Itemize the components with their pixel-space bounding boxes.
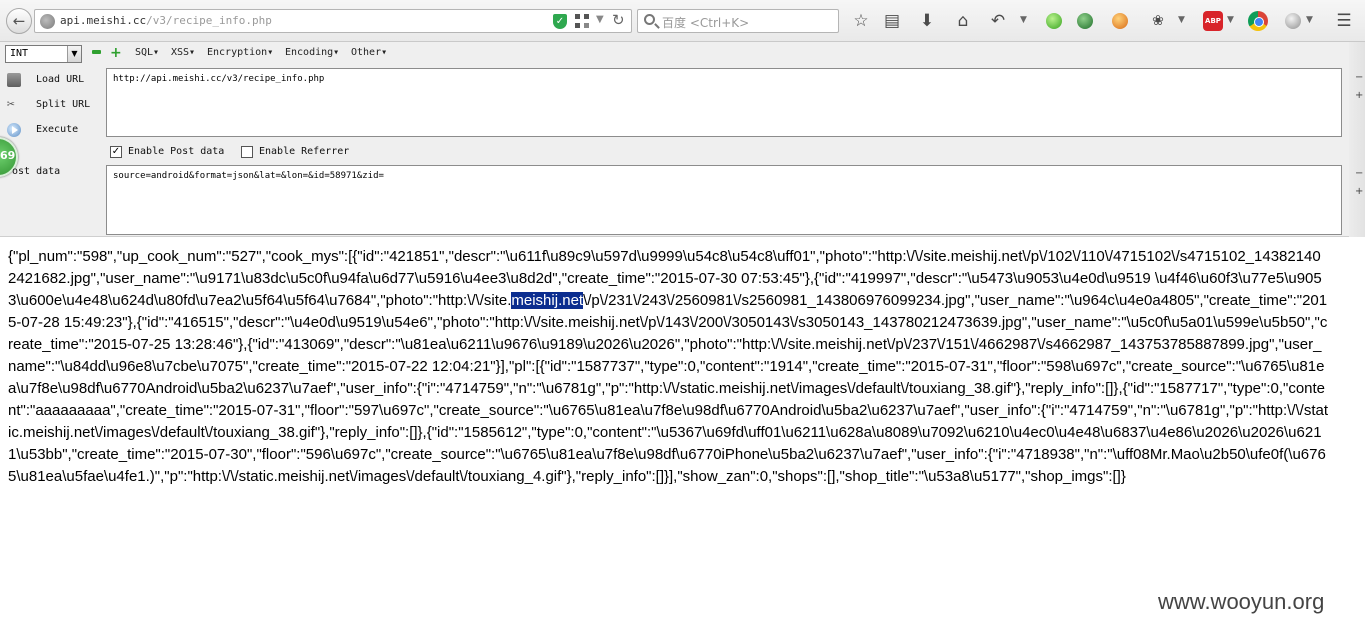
url-path: /v3/recipe_info.php	[146, 14, 272, 27]
url-text[interactable]: api.meishi.cc/v3/recipe_info.php	[60, 14, 272, 27]
extension-icon[interactable]	[1077, 13, 1093, 29]
url-host: api.meishi.cc	[60, 14, 147, 27]
chrome-icon[interactable]	[1248, 11, 1268, 31]
shield-icon[interactable]: ✓	[553, 14, 567, 29]
enable-post-checkbox[interactable]: ✓	[110, 146, 122, 158]
collapse-post-icon[interactable]: −	[1355, 168, 1363, 179]
adblock-plus-icon[interactable]: ABP	[1203, 11, 1223, 31]
load-url-label: Load URL	[36, 74, 85, 85]
undo-dropdown-icon[interactable]: ▼	[1020, 15, 1027, 25]
play-icon	[7, 123, 21, 137]
qr-code-icon[interactable]	[575, 14, 589, 28]
enable-referrer-label: Enable Referrer	[259, 146, 350, 157]
plus-icon[interactable]: +	[110, 46, 122, 60]
back-arrow-icon[interactable]: ←	[6, 8, 32, 34]
bug-dropdown-icon[interactable]: ▼	[1178, 15, 1185, 25]
search-bar[interactable]: 百度 <Ctrl+K>	[637, 9, 839, 33]
load-url-button[interactable]: Load URL	[5, 71, 95, 91]
hackbar-panel: INT ▼ + SQL▾ XSS▾ Encryption▾ Encoding▾ …	[0, 42, 1365, 237]
globe-icon	[40, 14, 55, 29]
proxy-dropdown-icon[interactable]: ▼	[1306, 15, 1313, 25]
url-bar[interactable]: api.meishi.cc/v3/recipe_info.php ✓ ▼ ↻	[34, 9, 632, 33]
badge-count: 69	[0, 149, 16, 162]
menu-encoding[interactable]: Encoding▾	[285, 47, 339, 58]
bug-icon[interactable]: ❀	[1147, 10, 1169, 32]
download-icon[interactable]: ⬇	[916, 10, 938, 32]
star-icon[interactable]: ☆	[850, 10, 872, 32]
execute-button[interactable]: Execute	[5, 121, 95, 141]
chevron-down-icon[interactable]: ▼	[67, 46, 81, 62]
response-json-text: {"pl_num":"598","up_cook_num":"527","coo…	[8, 246, 1328, 488]
home-icon[interactable]: ⌂	[952, 10, 974, 32]
undo-icon[interactable]: ↶	[987, 10, 1009, 32]
menu-other[interactable]: Other▾	[351, 47, 387, 58]
expand-url-icon[interactable]: +	[1355, 90, 1363, 101]
post-data-label: ost data	[12, 166, 61, 177]
search-placeholder: 百度 <Ctrl+K>	[662, 16, 750, 30]
load-url-icon	[7, 73, 21, 87]
minus-icon[interactable]	[92, 50, 101, 54]
enable-post-label: Enable Post data	[128, 146, 225, 157]
adblock-dropdown-icon[interactable]: ▼	[1227, 15, 1234, 25]
navigation-toolbar: ← api.meishi.cc/v3/recipe_info.php ✓ ▼ ↻…	[0, 0, 1365, 42]
split-url-label: Split URL	[36, 99, 91, 110]
proxy-icon[interactable]	[1285, 13, 1301, 29]
search-icon	[644, 14, 655, 25]
selected-text-highlight: meishij.net	[511, 292, 584, 309]
hamburger-menu-icon[interactable]: ☰	[1333, 10, 1355, 32]
post-data-textarea[interactable]: source=android&format=json&lat=&lon=&id=…	[106, 165, 1342, 235]
execute-label: Execute	[36, 124, 79, 135]
menu-sql[interactable]: SQL▾	[135, 47, 159, 58]
green-extension-icon[interactable]	[1046, 13, 1062, 29]
menu-encryption[interactable]: Encryption▾	[207, 47, 273, 58]
enable-referrer-checkbox[interactable]	[241, 146, 253, 158]
type-select[interactable]: INT ▼	[5, 45, 82, 63]
reading-list-icon[interactable]: ▤	[881, 10, 903, 32]
expand-post-icon[interactable]: +	[1355, 186, 1363, 197]
scissors-icon: ✂	[7, 97, 15, 112]
watermark: www.wooyun.org	[1158, 589, 1325, 614]
response-text-part: \/p\/231\/243\/2560981\/s2560981_1438069…	[8, 292, 1329, 485]
dropdown-arrow-icon[interactable]: ▼	[596, 14, 604, 25]
collapse-url-icon[interactable]: −	[1355, 72, 1363, 83]
url-textarea[interactable]: http://api.meishi.cc/v3/recipe_info.php	[106, 68, 1342, 137]
reload-icon[interactable]: ↻	[612, 11, 625, 29]
type-select-value: INT	[10, 48, 29, 59]
firebug-icon[interactable]	[1112, 13, 1128, 29]
split-url-button[interactable]: ✂ Split URL	[5, 96, 95, 116]
menu-xss[interactable]: XSS▾	[171, 47, 195, 58]
